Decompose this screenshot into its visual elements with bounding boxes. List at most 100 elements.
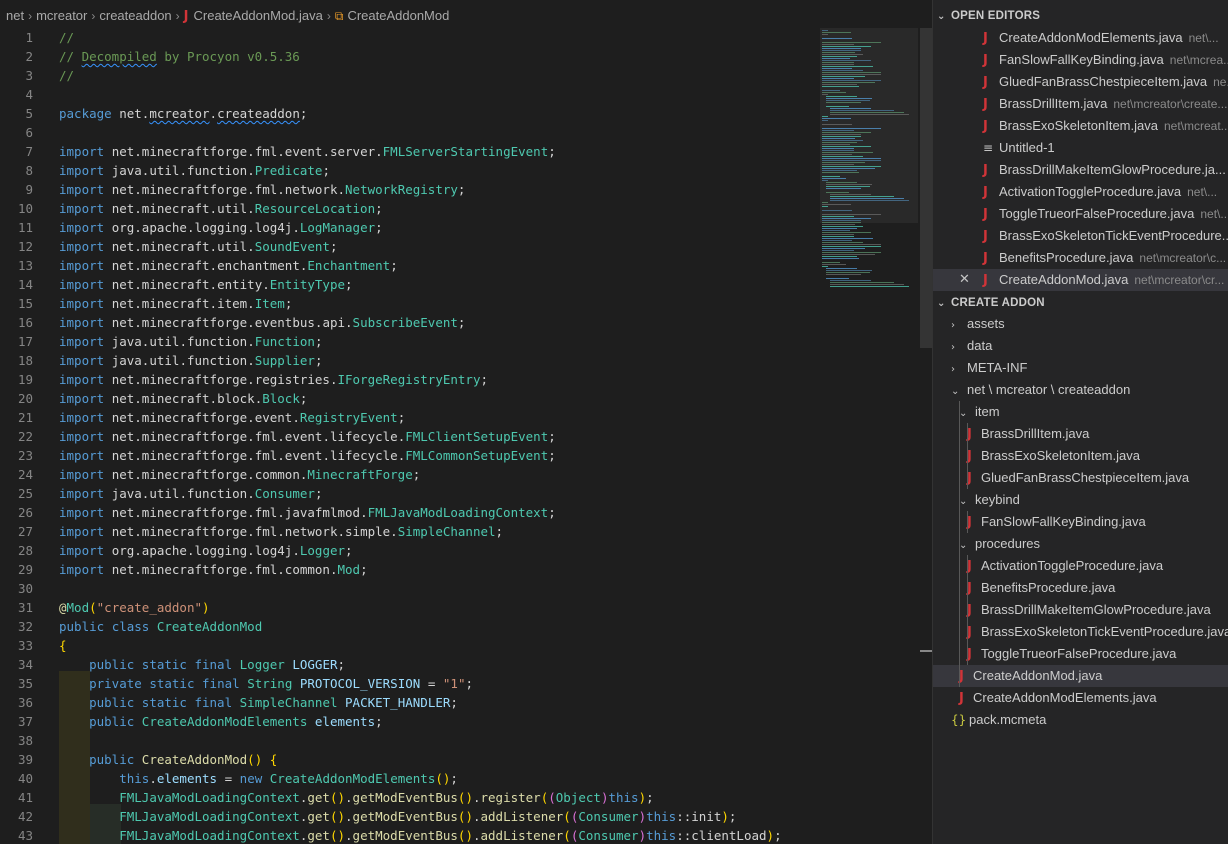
code-line[interactable]: 12 import net.minecraft.util.SoundEvent;: [0, 237, 812, 256]
editor-pane[interactable]: net › mcreator › createaddon › J CreateAddonMod…: [0, 0, 932, 844]
line-source[interactable]: FMLJavaModLoadingContext.get().getModEve…: [59, 807, 736, 826]
code-line[interactable]: 13 import net.minecraft.enchantment.Encha…: [0, 256, 812, 275]
code-line[interactable]: 29 import net.minecraftforge.fml.common.M…: [0, 560, 812, 579]
code-line[interactable]: 11 import org.apache.logging.log4j.LogMan…: [0, 218, 812, 237]
code-line[interactable]: 25 import java.util.function.Consumer;: [0, 484, 812, 503]
line-source[interactable]: import net.minecraft.entity.EntityType;: [59, 275, 353, 294]
code-line[interactable]: 24 import net.minecraftforge.common.Minec…: [0, 465, 812, 484]
line-source[interactable]: public CreateAddonMod() {: [59, 750, 277, 769]
line-source[interactable]: FMLJavaModLoadingContext.get().getModEve…: [59, 788, 653, 807]
code-line[interactable]: 42 FMLJavaModLoadingContext.get().getMod…: [0, 807, 812, 826]
code-line[interactable]: 5 package net.mcreator.createaddon;: [0, 104, 812, 123]
line-source[interactable]: import net.minecraftforge.fml.event.serv…: [59, 142, 556, 161]
open-editor-item[interactable]: J BrassDrillItem.java net\mcreator\create.…: [933, 93, 1228, 115]
project-header[interactable]: ⌄ CREATE ADDON: [933, 292, 1045, 314]
code-line[interactable]: 36 public static final SimpleChannel PAC…: [0, 693, 812, 712]
tree-file[interactable]: J BenefitsProcedure.java: [933, 577, 1228, 599]
tree-file[interactable]: {} pack.mcmeta: [933, 709, 1228, 731]
tree-file[interactable]: J BrassExoSkeletonItem.java: [933, 445, 1228, 467]
line-source[interactable]: import net.minecraft.block.Block;: [59, 389, 307, 408]
line-source[interactable]: private static final String PROTOCOL_VER…: [59, 674, 473, 693]
breadcrumb-mcreator[interactable]: mcreator: [36, 8, 87, 23]
code-line[interactable]: 41 FMLJavaModLoadingContext.get().getMod…: [0, 788, 812, 807]
line-source[interactable]: import net.minecraftforge.fml.network.si…: [59, 522, 503, 541]
code-line[interactable]: 37 public CreateAddonModElements element…: [0, 712, 812, 731]
code-line[interactable]: 19 import net.minecraftforge.registries.I…: [0, 370, 812, 389]
code-line[interactable]: 3 //: [0, 66, 812, 85]
line-source[interactable]: import java.util.function.Function;: [59, 332, 322, 351]
line-source[interactable]: import net.minecraftforge.fml.network.Ne…: [59, 180, 465, 199]
tree-file[interactable]: J CreateAddonModElements.java: [933, 687, 1228, 709]
code-line[interactable]: 14 import net.minecraft.entity.EntityType…: [0, 275, 812, 294]
code-line[interactable]: 8 import java.util.function.Predicate;: [0, 161, 812, 180]
code-line[interactable]: 4: [0, 85, 812, 104]
line-source[interactable]: import net.minecraftforge.eventbus.api.S…: [59, 313, 465, 332]
line-source[interactable]: this.elements = new CreateAddonModElemen…: [59, 769, 458, 788]
line-source[interactable]: import java.util.function.Consumer;: [59, 484, 322, 503]
breadcrumb-net[interactable]: net: [6, 8, 24, 23]
code-line[interactable]: 18 import java.util.function.Supplier;: [0, 351, 812, 370]
tree-file[interactable]: J ActivationToggleProcedure.java: [933, 555, 1228, 577]
line-source[interactable]: //: [59, 28, 74, 47]
code-line[interactable]: 2 // Decompiled by Procyon v0.5.36: [0, 47, 812, 66]
line-source[interactable]: import java.util.function.Predicate;: [59, 161, 330, 180]
code-line[interactable]: 31 @Mod("create_addon"): [0, 598, 812, 617]
line-source[interactable]: import net.minecraftforge.fml.common.Mod…: [59, 560, 368, 579]
code-line[interactable]: 27 import net.minecraftforge.fml.network.…: [0, 522, 812, 541]
line-source[interactable]: import net.minecraftforge.fml.javafmlmod…: [59, 503, 556, 522]
line-source[interactable]: import org.apache.logging.log4j.Logger;: [59, 541, 353, 560]
line-source[interactable]: public class CreateAddonMod: [59, 617, 262, 636]
tree-file[interactable]: J ToggleTrueorFalseProcedure.java: [933, 643, 1228, 665]
code-line[interactable]: 32 public class CreateAddonMod: [0, 617, 812, 636]
open-editor-item[interactable]: J CreateAddonModElements.java net\...: [933, 27, 1228, 49]
line-source[interactable]: import net.minecraftforge.fml.event.life…: [59, 446, 556, 465]
minimap[interactable]: [812, 28, 918, 844]
line-source[interactable]: package net.mcreator.createaddon;: [59, 104, 307, 123]
code-line[interactable]: 1 //: [0, 28, 812, 47]
line-source[interactable]: import net.minecraftforge.common.Minecra…: [59, 465, 420, 484]
tree-file[interactable]: J GluedFanBrassChestpieceItem.java: [933, 467, 1228, 489]
line-source[interactable]: public static final SimpleChannel PACKET…: [59, 693, 458, 712]
close-icon[interactable]: ✕: [959, 269, 970, 291]
tree-file[interactable]: J BrassDrillItem.java: [933, 423, 1228, 445]
line-source[interactable]: import net.minecraftforge.event.Registry…: [59, 408, 405, 427]
tree-folder[interactable]: › META-INF: [933, 357, 1228, 379]
tree-file[interactable]: J FanSlowFallKeyBinding.java: [933, 511, 1228, 533]
line-source[interactable]: import net.minecraft.util.SoundEvent;: [59, 237, 338, 256]
open-editor-item[interactable]: J GluedFanBrassChestpieceItem.java ne...: [933, 71, 1228, 93]
code-line[interactable]: 22 import net.minecraftforge.fml.event.li…: [0, 427, 812, 446]
tree-folder[interactable]: › data: [933, 335, 1228, 357]
tree-folder[interactable]: ⌄ item: [933, 401, 1228, 423]
breadcrumb-file[interactable]: CreateAddonMod.java: [194, 8, 323, 23]
line-source[interactable]: import org.apache.logging.log4j.LogManag…: [59, 218, 383, 237]
tree-folder[interactable]: ⌄ procedures: [933, 533, 1228, 555]
open-editor-item[interactable]: J BrassDrillMakeItemGlowProcedure.ja...: [933, 159, 1228, 181]
code-line[interactable]: 15 import net.minecraft.item.Item;: [0, 294, 812, 313]
code-line[interactable]: 40 this.elements = new CreateAddonModEle…: [0, 769, 812, 788]
tree-folder[interactable]: › assets: [933, 313, 1228, 335]
code-line[interactable]: 23 import net.minecraftforge.fml.event.li…: [0, 446, 812, 465]
open-editor-item[interactable]: ≡ Untitled-1: [933, 137, 1228, 159]
tree-file[interactable]: J BrassExoSkeletonTickEventProcedure.java: [933, 621, 1228, 643]
open-editor-item[interactable]: J FanSlowFallKeyBinding.java net\mcrea...: [933, 49, 1228, 71]
breadcrumb-createaddon[interactable]: createaddon: [99, 8, 171, 23]
line-source[interactable]: import net.minecraft.item.Item;: [59, 294, 292, 313]
line-source[interactable]: import net.minecraft.util.ResourceLocati…: [59, 199, 383, 218]
code-line[interactable]: 6: [0, 123, 812, 142]
code-line[interactable]: 20 import net.minecraft.block.Block;: [0, 389, 812, 408]
line-source[interactable]: import net.minecraft.enchantment.Enchant…: [59, 256, 398, 275]
open-editor-item[interactable]: J BrassExoSkeletonItem.java net\mcreat...: [933, 115, 1228, 137]
code-line[interactable]: 21 import net.minecraftforge.event.Regist…: [0, 408, 812, 427]
line-source[interactable]: import java.util.function.Supplier;: [59, 351, 322, 370]
code-line[interactable]: 35 private static final String PROTOCOL_…: [0, 674, 812, 693]
code-line[interactable]: 33 {: [0, 636, 812, 655]
open-editor-item[interactable]: J ActivationToggleProcedure.java net\...: [933, 181, 1228, 203]
line-source[interactable]: public static final Logger LOGGER;: [59, 655, 345, 674]
code-line[interactable]: 10 import net.minecraft.util.ResourceLoca…: [0, 199, 812, 218]
line-source[interactable]: public CreateAddonModElements elements;: [59, 712, 383, 731]
tree-folder[interactable]: ⌄ net \ mcreator \ createaddon: [933, 379, 1228, 401]
line-source[interactable]: FMLJavaModLoadingContext.get().getModEve…: [59, 826, 781, 844]
code-line[interactable]: 17 import java.util.function.Function;: [0, 332, 812, 351]
open-editor-item[interactable]: J BrassExoSkeletonTickEventProcedure....: [933, 225, 1228, 247]
line-source[interactable]: {: [59, 636, 67, 655]
